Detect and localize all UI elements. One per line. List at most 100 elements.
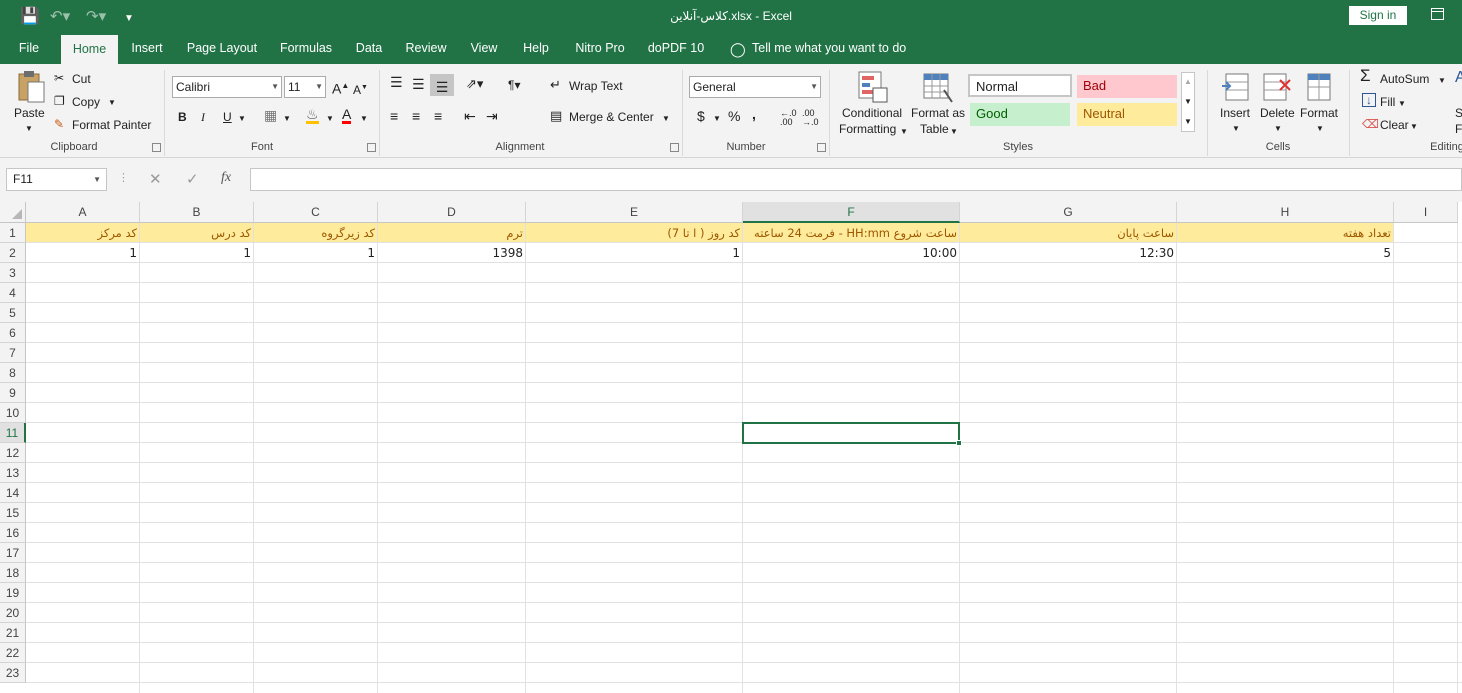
underline-button[interactable]: U — [223, 109, 232, 125]
header-cell-a1[interactable]: کد مرکز — [26, 223, 139, 243]
increase-decimal-icon[interactable]: ←.0.00 — [780, 109, 797, 127]
decrease-decimal-icon[interactable]: .00 →.0 — [802, 109, 819, 127]
format-cells-button[interactable]: Format — [1300, 105, 1338, 121]
header-cell-g1[interactable]: ساعت پایان — [960, 223, 1176, 243]
number-launcher-icon[interactable] — [817, 143, 826, 152]
clear-dropdown-icon[interactable]: ▼ — [1410, 119, 1418, 135]
merge-dropdown-icon[interactable]: ▼ — [662, 111, 670, 127]
tab-nitro-pro[interactable]: Nitro Pro — [570, 34, 630, 64]
row-header-15[interactable]: 15 — [0, 503, 26, 523]
decrease-indent-icon[interactable]: ⇤ — [464, 108, 476, 124]
font-color-icon[interactable]: A — [342, 107, 352, 124]
format-painter-icon[interactable]: ✎ — [54, 116, 64, 132]
delete-cells-icon[interactable] — [1262, 70, 1292, 104]
cell-d2[interactable]: 1398 — [378, 243, 525, 263]
active-cell-selection[interactable] — [742, 422, 960, 444]
cell-h2[interactable]: 5 — [1177, 243, 1393, 263]
align-top-icon[interactable]: ☰ — [390, 74, 403, 90]
row-header-1[interactable]: 1 — [0, 223, 26, 243]
underline-dropdown-icon[interactable]: ▼ — [238, 111, 246, 127]
insert-function-button[interactable]: fx — [221, 170, 231, 186]
conditional-formatting-icon[interactable] — [857, 70, 889, 104]
paste-button[interactable]: Paste — [14, 105, 45, 121]
column-header-b[interactable]: B — [140, 202, 254, 223]
align-center-icon[interactable]: ≡ — [412, 108, 420, 124]
fill-dropdown-icon[interactable]: ▼ — [1398, 96, 1406, 112]
cell-c2[interactable]: 1 — [254, 243, 377, 263]
increase-indent-icon[interactable]: ⇥ — [486, 108, 498, 124]
merge-center-button[interactable]: Merge & Center — [569, 109, 654, 125]
cell-f2[interactable]: 10:00 — [743, 243, 959, 263]
row-header-17[interactable]: 17 — [0, 543, 26, 563]
autosum-dropdown-icon[interactable]: ▼ — [1438, 73, 1446, 89]
column-header-i[interactable]: I — [1394, 202, 1458, 223]
row-header-14[interactable]: 14 — [0, 483, 26, 503]
clipboard-launcher-icon[interactable] — [152, 143, 161, 152]
row-header-22[interactable]: 22 — [0, 643, 26, 663]
number-format-box[interactable]: General ▼ — [689, 76, 821, 98]
conditional-formatting-button[interactable]: Conditional — [842, 105, 902, 121]
row-header-23[interactable]: 23 — [0, 663, 26, 683]
tell-me-search[interactable]: Tell me what you want to do — [752, 34, 912, 64]
paste-dropdown-icon[interactable]: ▼ — [25, 121, 33, 137]
column-header-a[interactable]: A — [26, 202, 140, 223]
fill-icon[interactable]: ↓ — [1362, 93, 1376, 107]
cell-g2[interactable]: 12:30 — [960, 243, 1176, 263]
tab-page-layout[interactable]: Page Layout — [182, 34, 262, 64]
borders-dropdown-icon[interactable]: ▼ — [283, 111, 291, 127]
column-header-e[interactable]: E — [526, 202, 743, 223]
tab-dopdf[interactable]: doPDF 10 — [644, 34, 708, 64]
clear-icon[interactable]: ⌫ — [1362, 116, 1379, 132]
formula-input[interactable] — [250, 168, 1462, 191]
format-dropdown-icon[interactable]: ▼ — [1316, 121, 1324, 137]
row-header-5[interactable]: 5 — [0, 303, 26, 323]
worksheet-grid[interactable]: A B C D E F G H I 1 2 3 4 5 6 7 8 9 10 11 12 13 14 15 16 17 18 19 20… — [0, 202, 1462, 693]
enter-icon[interactable]: ✓ — [186, 170, 199, 188]
format-as-table-button[interactable]: Format as — [911, 105, 965, 121]
tab-insert[interactable]: Insert — [126, 34, 168, 64]
row-header-2[interactable]: 2 — [0, 243, 26, 263]
sign-in-button[interactable]: Sign in — [1349, 6, 1407, 25]
rtl-icon[interactable]: ¶▾ — [508, 77, 520, 93]
fill-color-dropdown-icon[interactable]: ▼ — [326, 111, 334, 127]
sort-filter-icon[interactable]: A — [1455, 70, 1462, 86]
bold-button[interactable]: B — [178, 109, 187, 125]
font-launcher-icon[interactable] — [367, 143, 376, 152]
scroll-up-icon[interactable]: ▲ — [1184, 74, 1192, 90]
row-header-8[interactable]: 8 — [0, 363, 26, 383]
more-options-icon[interactable]: ⋮ — [118, 171, 129, 184]
sort-filter-label-2[interactable]: Fi — [1455, 121, 1462, 137]
delete-dropdown-icon[interactable]: ▼ — [1274, 121, 1282, 137]
copy-dropdown-icon[interactable]: ▼ — [108, 95, 116, 111]
row-header-18[interactable]: 18 — [0, 563, 26, 583]
tab-help[interactable]: Help — [516, 34, 556, 64]
header-cell-h1[interactable]: تعداد هفته — [1177, 223, 1393, 243]
cut-icon[interactable]: ✂ — [54, 70, 64, 86]
format-as-table-icon[interactable] — [922, 70, 954, 104]
orientation-icon[interactable]: ⇗▾ — [466, 76, 483, 92]
format-painter-button[interactable]: Format Painter — [72, 117, 151, 133]
tab-view[interactable]: View — [465, 34, 503, 64]
style-neutral[interactable]: Neutral — [1077, 103, 1177, 126]
font-name-box[interactable]: Calibri ▼ — [172, 76, 282, 98]
select-all-corner[interactable] — [0, 202, 26, 223]
format-as-table-label-2[interactable]: Table — [920, 121, 949, 137]
align-middle-icon[interactable]: ☰ — [412, 76, 425, 92]
paste-icon[interactable] — [16, 70, 46, 104]
insert-dropdown-icon[interactable]: ▼ — [1232, 121, 1240, 137]
style-normal[interactable]: Normal — [968, 74, 1072, 97]
cell-b2[interactable]: 1 — [140, 243, 253, 263]
ribbon-display-options-icon[interactable] — [1431, 8, 1444, 20]
more-styles-icon[interactable]: ▼ — [1184, 114, 1192, 130]
cancel-icon[interactable]: ✕ — [149, 170, 162, 188]
row-header-7[interactable]: 7 — [0, 343, 26, 363]
borders-icon[interactable]: ▦ — [264, 107, 277, 123]
scroll-down-icon[interactable]: ▼ — [1184, 94, 1192, 110]
column-header-g[interactable]: G — [960, 202, 1177, 223]
tab-file[interactable]: File — [10, 34, 48, 64]
fill-color-icon[interactable]: ♨ — [306, 107, 319, 124]
cut-button[interactable]: Cut — [72, 71, 91, 87]
row-header-6[interactable]: 6 — [0, 323, 26, 343]
font-color-dropdown-icon[interactable]: ▼ — [360, 111, 368, 127]
insert-cells-button[interactable]: Insert — [1220, 105, 1250, 121]
